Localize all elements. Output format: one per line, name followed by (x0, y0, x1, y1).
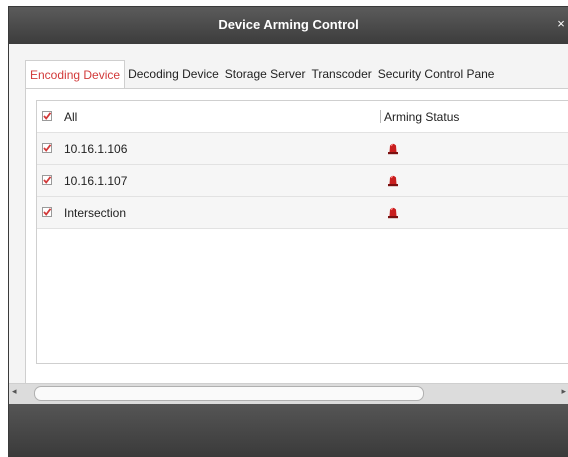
dialog-titlebar: Device Arming Control × (9, 7, 568, 44)
select-all-checkbox[interactable] (42, 111, 52, 121)
arming-status-column-header[interactable]: Arming Status (384, 110, 459, 124)
tab-security-control-panel[interactable]: Security Control Pane (375, 60, 498, 88)
row-checkbox[interactable] (42, 143, 52, 153)
row-checkbox[interactable] (42, 207, 52, 217)
device-name: Intersection (64, 206, 127, 220)
dialog-title: Device Arming Control (218, 17, 359, 32)
alarm-light-icon[interactable] (386, 141, 400, 155)
scrollbar-thumb[interactable] (34, 386, 424, 401)
tab-storage-server[interactable]: Storage Server (222, 60, 309, 88)
scroll-right-arrow-icon[interactable]: ▸ (561, 386, 566, 397)
table-header-row: All Arming Status (37, 101, 568, 133)
scroll-left-arrow-icon[interactable]: ◂ (12, 386, 17, 397)
dialog-footer (9, 404, 568, 456)
tab-panel: All Arming Status 10.16.1.106 10.16.1.10… (25, 89, 568, 417)
row-checkbox[interactable] (42, 175, 52, 185)
horizontal-scrollbar[interactable]: ◂ ▸ (9, 383, 568, 404)
alarm-light-icon[interactable] (386, 173, 400, 187)
device-name: 10.16.1.106 (64, 142, 128, 156)
device-name: 10.16.1.107 (64, 174, 128, 188)
dialog-content: Encoding Device Decoding Device Storage … (9, 44, 568, 417)
select-all-label: All (64, 110, 78, 124)
device-type-tabs: Encoding Device Decoding Device Storage … (25, 60, 498, 90)
table-row[interactable]: Intersection (37, 197, 568, 229)
tab-transcoder[interactable]: Transcoder (309, 60, 375, 88)
alarm-light-icon[interactable] (386, 205, 400, 219)
device-table: All Arming Status 10.16.1.106 10.16.1.10… (36, 100, 568, 364)
tab-encoding-device[interactable]: Encoding Device (25, 60, 126, 90)
close-icon[interactable]: × (554, 16, 568, 31)
tab-decoding-device[interactable]: Decoding Device (125, 60, 222, 88)
table-row[interactable]: 10.16.1.107 (37, 165, 568, 197)
column-separator (380, 110, 381, 123)
table-row[interactable]: 10.16.1.106 (37, 133, 568, 165)
device-arming-control-dialog: Device Arming Control × Encoding Device … (8, 6, 568, 457)
